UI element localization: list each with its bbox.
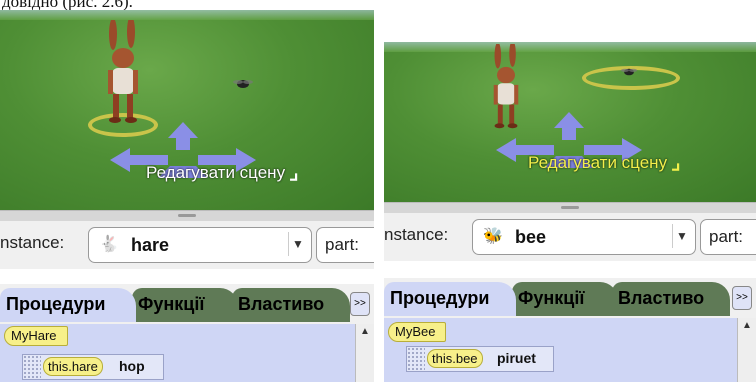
edit-scene-corner-icon: ⌟ (289, 162, 299, 184)
instance-value: hare (131, 235, 170, 255)
owner-tag[interactable]: MyHare (4, 326, 68, 346)
more-tabs-button[interactable]: >> (350, 292, 370, 316)
edit-scene-corner-icon: ⌟ (671, 152, 681, 174)
hare-icon: 🐇 (99, 236, 119, 253)
tab-label: Процедури (6, 294, 106, 314)
instance-label: nstance: (384, 225, 449, 244)
instance-selector[interactable]: 🐝 bee ▼ (472, 219, 696, 255)
edit-scene-button[interactable]: Редагувати сцену ⌟ (146, 160, 298, 185)
scroll-up-arrow-icon[interactable]: ▲ (738, 320, 756, 331)
chevron-down-icon[interactable]: ▼ (288, 232, 307, 256)
bee-character[interactable] (620, 66, 638, 81)
instance-row: nstance: 🐝 bee ▼ part: (384, 213, 756, 261)
hare-character[interactable] (98, 20, 148, 130)
owner-tag[interactable]: MyBee (388, 322, 447, 342)
instance-label: nstance: (0, 233, 65, 252)
scrollbar[interactable]: ▲ (355, 324, 374, 382)
instance-selector[interactable]: 🐇 hare ▼ (88, 227, 312, 263)
tab-properties[interactable]: Властиво (232, 288, 350, 322)
instance-value: bee (515, 227, 547, 247)
scroll-up-arrow-icon[interactable]: ▲ (356, 326, 374, 337)
more-label: >> (354, 298, 366, 309)
part-label: part: (325, 235, 360, 254)
more-tabs-button[interactable]: >> (732, 286, 752, 310)
sky-strip (0, 10, 374, 20)
divider-grip[interactable] (178, 214, 196, 217)
tab-bar: Процедури Функції Властиво >> (0, 284, 374, 324)
tab-label: Процедури (390, 288, 490, 308)
part-selector[interactable]: part: (700, 219, 756, 255)
tab-label: Функції (518, 288, 585, 308)
method-object: this.bee (427, 349, 483, 368)
owner-tag-label: MyBee (395, 324, 436, 339)
scene-view[interactable]: Редагувати сцену ⌟ (384, 42, 756, 202)
scrollbar[interactable]: ▲ (737, 318, 756, 382)
method-object: this.hare (43, 357, 103, 376)
edit-scene-button[interactable]: Редагувати сцену ⌟ (528, 150, 680, 175)
drag-handle[interactable] (23, 355, 41, 379)
part-selector[interactable]: part: (316, 227, 374, 263)
tab-procedures[interactable]: Процедури (0, 288, 136, 322)
method-row-hop[interactable]: this.hare hop (22, 354, 164, 380)
method-name: piruet (497, 350, 536, 366)
method-name: hop (119, 358, 145, 374)
bee-icon: 🐝 (483, 228, 503, 245)
tab-label: Властиво (238, 294, 325, 314)
instance-row: nstance: 🐇 hare ▼ part: (0, 221, 374, 269)
tab-functions[interactable]: Функції (132, 288, 238, 322)
bee-character[interactable] (232, 78, 254, 93)
more-label: >> (736, 292, 748, 303)
tab-functions[interactable]: Функції (512, 282, 618, 316)
edit-scene-label: Редагувати сцену (146, 162, 286, 182)
scene-view[interactable]: Редагувати сцену ⌟ (0, 10, 374, 210)
procedures-panel: MyBee this.bee piruet ▲ (384, 318, 756, 382)
tab-bar: Процедури Функції Властиво >> (384, 278, 756, 318)
procedures-panel: MyHare this.hare hop ▲ (0, 324, 374, 382)
drag-handle[interactable] (407, 347, 425, 371)
divider-grip[interactable] (561, 206, 579, 209)
tab-properties[interactable]: Властиво (612, 282, 730, 316)
left-panel-hare: Редагувати сцену ⌟ nstance: 🐇 hare ▼ par… (0, 10, 374, 382)
tab-label: Функції (138, 294, 205, 314)
chevron-down-icon[interactable]: ▼ (672, 224, 691, 248)
owner-tag-label: MyHare (11, 328, 57, 343)
edit-scene-label: Редагувати сцену (528, 152, 668, 172)
right-panel-bee: Редагувати сцену ⌟ nstance: 🐝 bee ▼ part… (384, 42, 756, 382)
method-row-piruet[interactable]: this.bee piruet (406, 346, 554, 372)
part-label: part: (709, 227, 744, 246)
tab-label: Властиво (618, 288, 705, 308)
tab-procedures[interactable]: Процедури (384, 282, 516, 316)
sky-strip (384, 42, 756, 52)
